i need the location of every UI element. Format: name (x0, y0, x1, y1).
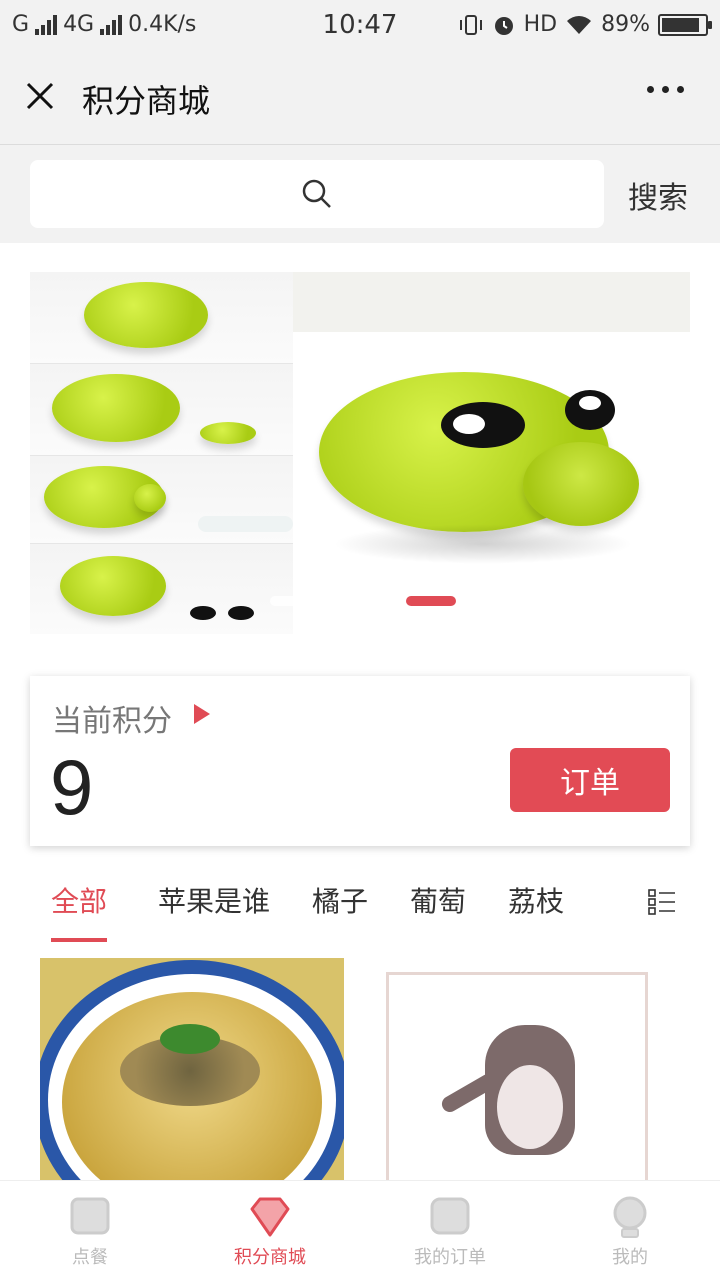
carousel-dot[interactable] (270, 596, 320, 606)
carousel-indicator (270, 596, 456, 606)
page-title: 积分商城 (82, 82, 211, 120)
diamond-icon (250, 1197, 290, 1237)
product-image-cat (386, 972, 648, 1180)
tabbar-label: 我的 (612, 1247, 648, 1268)
user-icon (613, 1196, 647, 1238)
list-icon[interactable] (648, 888, 676, 916)
battery-percent: 89% (601, 12, 650, 37)
vibrate-icon (459, 14, 482, 35)
tab-lychee[interactable]: 荔枝 (508, 880, 564, 920)
orders-icon (430, 1197, 470, 1235)
tabbar-label: 我的订单 (414, 1247, 486, 1268)
order-button[interactable]: 订单 (510, 748, 670, 812)
banner-carousel[interactable] (30, 272, 690, 634)
close-icon[interactable] (22, 78, 58, 114)
bottom-tab-bar: 点餐 积分商城 我的订单 我的 (0, 1180, 720, 1280)
search-icon (302, 179, 331, 208)
category-tabs: 全部 苹果是谁 橘子 葡萄 荔枝 (0, 868, 720, 942)
status-bar: G 4G 0.4K/s 10:47 HD 89% (0, 0, 720, 50)
battery-icon (658, 13, 712, 36)
carousel-dot[interactable] (338, 596, 388, 606)
alarm-icon (494, 16, 513, 35)
points-card: 当前积分 9 订单 (30, 676, 690, 846)
status-right: HD 89% (458, 12, 712, 37)
carousel-dot-active[interactable] (406, 596, 456, 606)
product-card-cat[interactable] (376, 958, 680, 1180)
tabbar-item-me[interactable]: 我的 (540, 1195, 720, 1269)
tabbar-item-order-food[interactable]: 点餐 (0, 1195, 180, 1269)
points-value: 9 (50, 743, 94, 831)
tab-grape[interactable]: 葡萄 (410, 880, 466, 920)
search-input[interactable] (30, 160, 604, 228)
product-image-noodles (40, 958, 344, 1180)
tab-orange[interactable]: 橘子 (312, 880, 368, 920)
hd-label: HD (523, 12, 558, 37)
tabbar-label: 积分商城 (234, 1247, 306, 1268)
search-bar: 搜索 (0, 145, 720, 243)
order-food-icon (70, 1197, 110, 1235)
banner-collage-image (30, 272, 293, 634)
tabbar-label: 点餐 (72, 1247, 108, 1268)
product-card-noodles[interactable] (40, 958, 344, 1180)
arrow-right-icon[interactable] (194, 704, 210, 724)
battery-fill (662, 17, 700, 32)
more-icon[interactable] (647, 86, 684, 93)
search-button[interactable]: 搜索 (628, 173, 688, 217)
tab-all[interactable]: 全部 (51, 880, 108, 942)
tabbar-item-points-mall[interactable]: 积分商城 (180, 1195, 360, 1269)
points-label[interactable]: 当前积分 (52, 696, 172, 740)
tabbar-item-my-orders[interactable]: 我的订单 (360, 1195, 540, 1269)
banner-main-image (293, 272, 690, 634)
tab-apple[interactable]: 苹果是谁 (158, 880, 270, 920)
wifi-icon (567, 15, 592, 34)
nav-bar: 积分商城 (0, 50, 720, 145)
